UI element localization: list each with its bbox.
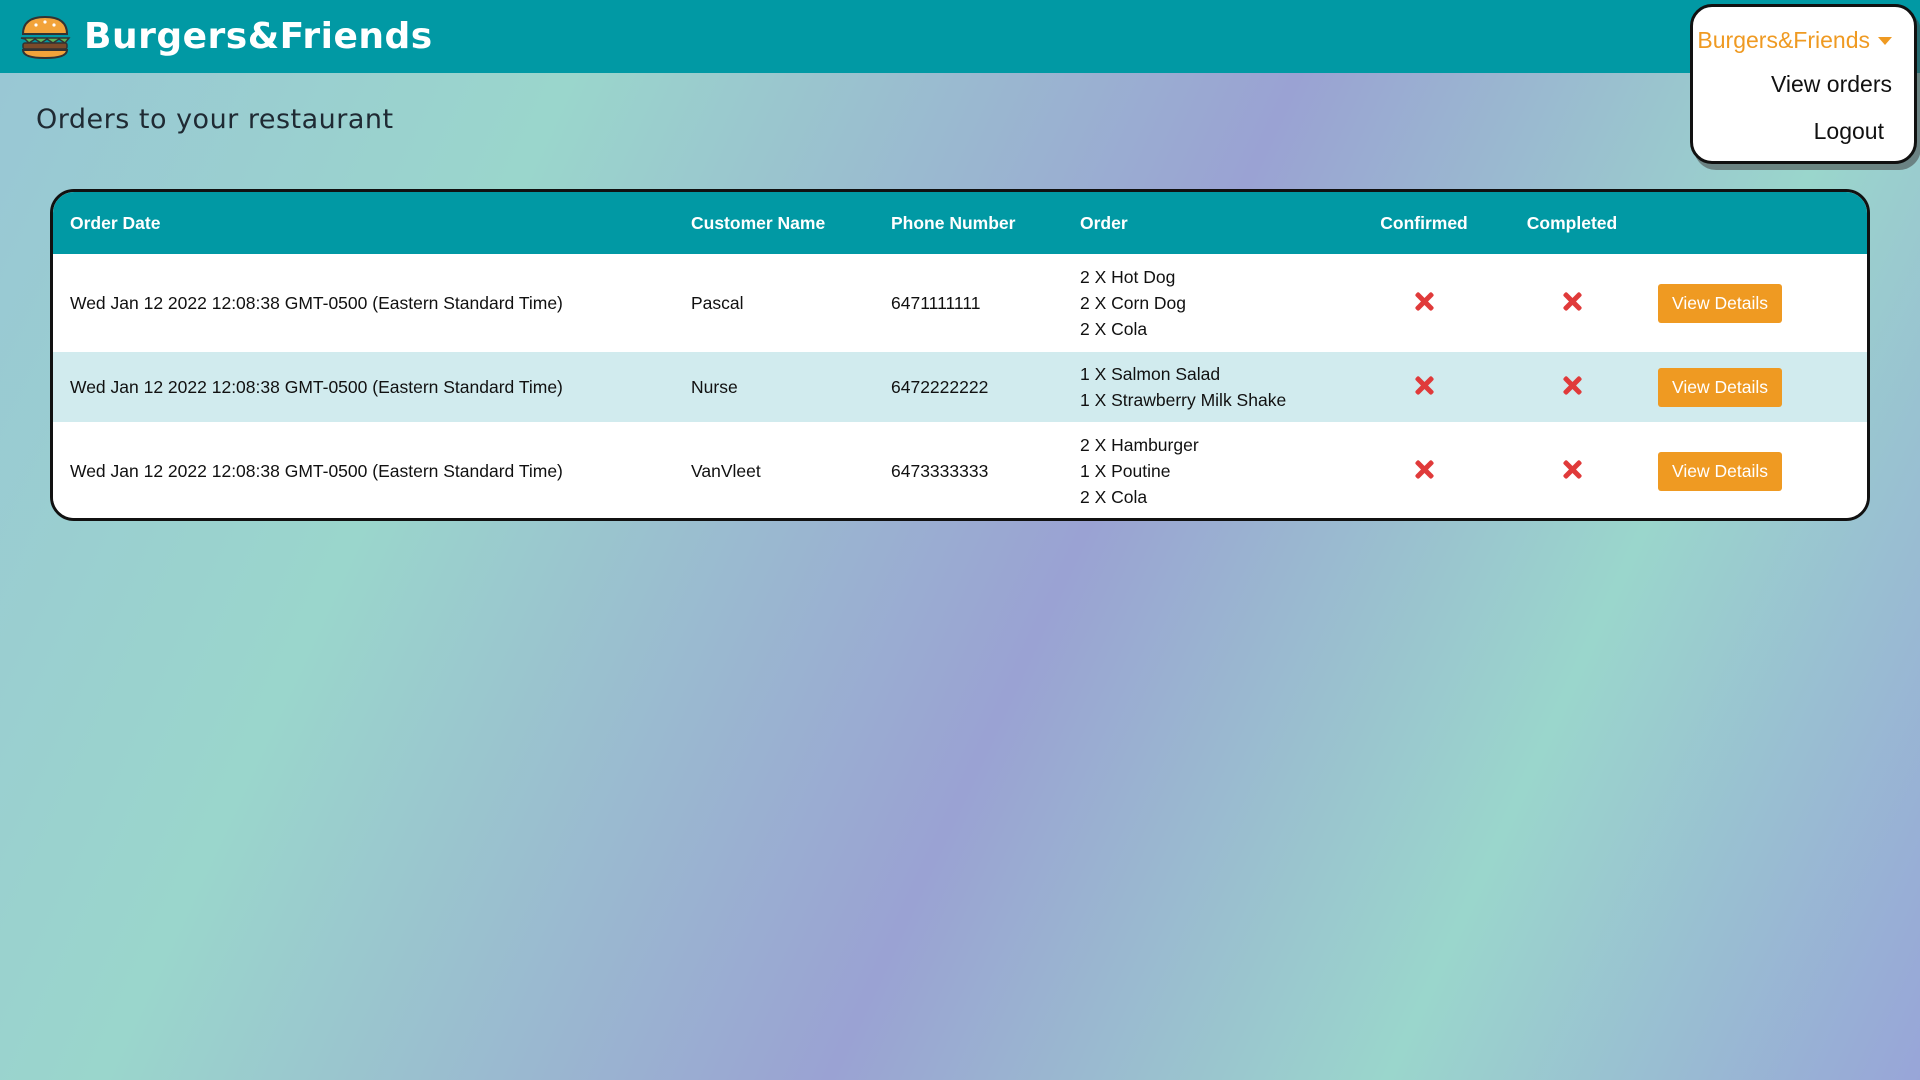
order-items-cell: 2 X Hot Dog 2 X Corn Dog 2 X Cola bbox=[1080, 254, 1350, 352]
view-details-button[interactable]: View Details bbox=[1658, 367, 1782, 407]
x-icon bbox=[1562, 375, 1582, 395]
brand[interactable]: Burgers&Friends bbox=[18, 14, 433, 60]
confirmed-cell bbox=[1350, 352, 1498, 422]
x-icon bbox=[1414, 375, 1434, 395]
customer-name-cell: Pascal bbox=[691, 292, 744, 313]
order-item: 2 X Hot Dog bbox=[1080, 267, 1176, 287]
view-details-button[interactable]: View Details bbox=[1658, 283, 1782, 323]
header-completed: Completed bbox=[1526, 212, 1618, 233]
phone-number-cell: 6471111111 bbox=[891, 292, 981, 313]
brand-name: Burgers&Friends bbox=[84, 16, 433, 57]
account-dropdown-toggle[interactable]: Burgers&Friends bbox=[1693, 27, 1892, 54]
header-customer-name: Customer Name bbox=[691, 212, 826, 233]
order-item: 2 X Corn Dog bbox=[1080, 293, 1187, 313]
phone-number-cell: 6472222222 bbox=[891, 376, 989, 397]
order-item: 1 X Salmon Salad bbox=[1080, 364, 1221, 384]
phone-number-cell: 6473333333 bbox=[891, 460, 989, 481]
completed-cell bbox=[1498, 352, 1646, 422]
dropdown-toggle-label: Burgers&Friends bbox=[1697, 27, 1870, 53]
actions-cell: View Details bbox=[1646, 422, 1867, 518]
confirmed-cell bbox=[1350, 254, 1498, 352]
x-icon bbox=[1414, 459, 1434, 479]
menu-item-view-orders[interactable]: View orders bbox=[1693, 71, 1892, 98]
customer-name-cell: Nurse bbox=[691, 376, 738, 397]
x-icon bbox=[1562, 291, 1582, 311]
confirmed-cell bbox=[1350, 422, 1498, 518]
order-item: 2 X Cola bbox=[1080, 319, 1148, 339]
view-details-button[interactable]: View Details bbox=[1658, 451, 1782, 491]
order-item: 2 X Cola bbox=[1080, 487, 1148, 507]
orders-table-card: Order Date Customer Name Phone Number Or… bbox=[50, 189, 1870, 521]
header-order: Order bbox=[1080, 213, 1128, 233]
completed-cell bbox=[1498, 422, 1646, 518]
actions-cell: View Details bbox=[1646, 254, 1867, 352]
x-icon bbox=[1562, 459, 1582, 479]
actions-cell: View Details bbox=[1646, 352, 1867, 422]
table-row: Wed Jan 12 2022 12:08:38 GMT-0500 (Easte… bbox=[53, 254, 1867, 352]
order-date-cell: Wed Jan 12 2022 12:08:38 GMT-0500 (Easte… bbox=[70, 376, 563, 397]
header-actions bbox=[1646, 192, 1867, 254]
navbar: Burgers&Friends bbox=[0, 0, 1920, 73]
order-item: 2 X Hamburger bbox=[1080, 435, 1199, 455]
table-row: Wed Jan 12 2022 12:08:38 GMT-0500 (Easte… bbox=[53, 352, 1867, 422]
burger-icon bbox=[20, 15, 71, 59]
order-date-cell: Wed Jan 12 2022 12:08:38 GMT-0500 (Easte… bbox=[70, 292, 563, 313]
header-order-date: Order Date bbox=[70, 212, 161, 233]
x-icon bbox=[1414, 291, 1434, 311]
header-phone-number: Phone Number bbox=[891, 212, 1016, 233]
order-item: 1 X Strawberry Milk Shake bbox=[1080, 390, 1287, 410]
completed-cell bbox=[1498, 254, 1646, 352]
account-dropdown-menu: Burgers&Friends View orders Logout bbox=[1690, 4, 1917, 164]
table-header-row: Order Date Customer Name Phone Number Or… bbox=[53, 192, 1867, 254]
menu-item-logout[interactable]: Logout bbox=[1693, 118, 1884, 145]
order-items-cell: 1 X Salmon Salad 1 X Strawberry Milk Sha… bbox=[1080, 352, 1350, 422]
order-date-cell: Wed Jan 12 2022 12:08:38 GMT-0500 (Easte… bbox=[70, 460, 563, 481]
caret-down-icon bbox=[1878, 36, 1892, 45]
table-row: Wed Jan 12 2022 12:08:38 GMT-0500 (Easte… bbox=[53, 422, 1867, 518]
orders-table: Order Date Customer Name Phone Number Or… bbox=[53, 192, 1867, 518]
page-title: Orders to your restaurant bbox=[36, 104, 394, 135]
order-items-cell: 2 X Hamburger 1 X Poutine 2 X Cola bbox=[1080, 422, 1350, 518]
customer-name-cell: VanVleet bbox=[691, 460, 761, 481]
header-confirmed: Confirmed bbox=[1380, 212, 1468, 233]
order-item: 1 X Poutine bbox=[1080, 461, 1171, 481]
